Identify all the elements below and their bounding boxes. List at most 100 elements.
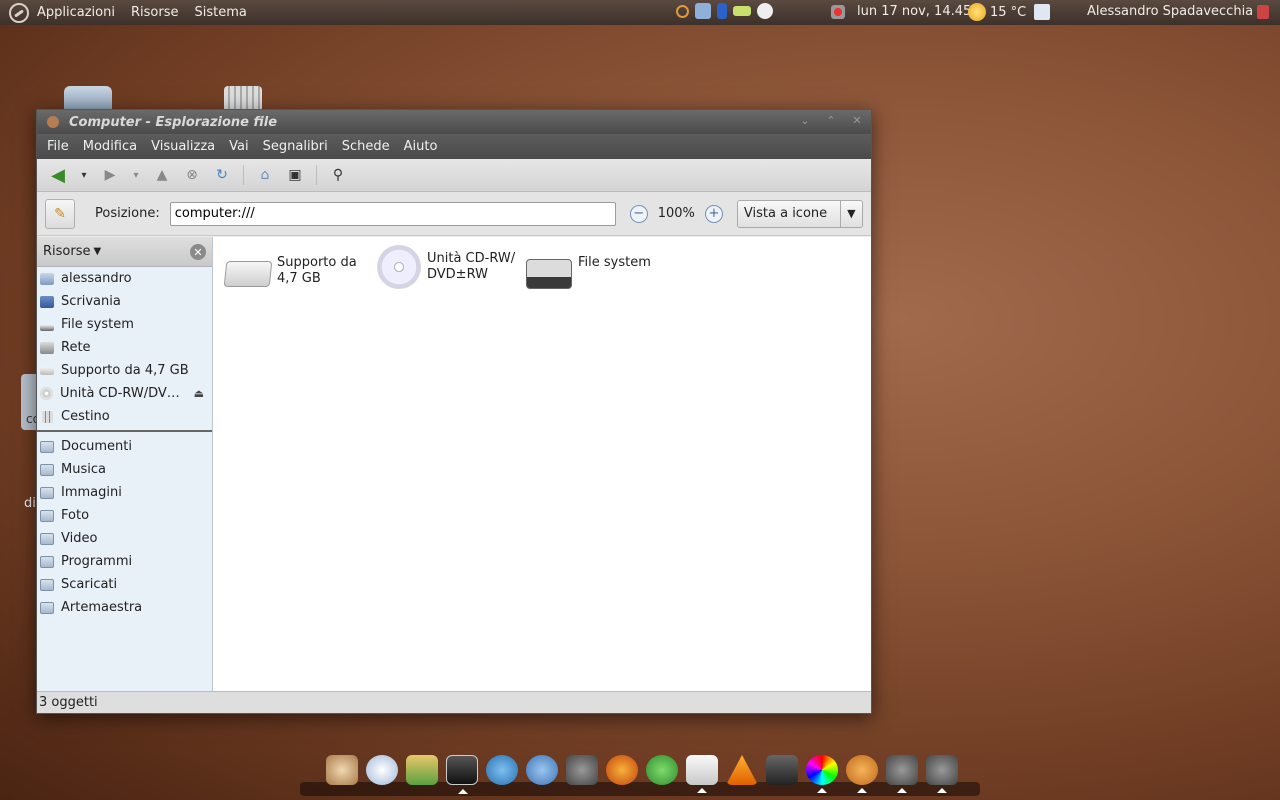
mail-icon[interactable] (686, 755, 718, 793)
window-titlebar[interactable]: Computer - Esplorazione file ⌄ ⌃ ✕ (37, 110, 871, 134)
video-editor-icon[interactable] (766, 755, 798, 785)
sidebar-divider[interactable] (37, 430, 212, 432)
folder-icon (40, 440, 54, 453)
sidebar-item-label: Unità CD-RW/DV… (60, 386, 180, 401)
file-item-supporto[interactable]: Supporto da 4,7 GB (223, 247, 357, 295)
chevron-down-icon[interactable]: ▼ (94, 246, 102, 257)
close-sidebar-icon[interactable]: ✕ (190, 244, 206, 260)
color-picker-icon[interactable] (806, 755, 838, 793)
pidgin-icon[interactable] (757, 3, 773, 19)
sidebar-item-video[interactable]: Video (37, 527, 212, 550)
menu-file[interactable]: File (47, 139, 69, 154)
filesystem-icon (526, 247, 574, 295)
gimp-window-icon[interactable] (886, 755, 918, 793)
menu-modifica[interactable]: Modifica (83, 139, 137, 154)
vlc-icon[interactable] (726, 755, 758, 785)
view-mode-label: Vista a icone (743, 206, 828, 221)
edit-location-icon[interactable]: ✎ (45, 198, 75, 229)
menu-segnalibri[interactable]: Segnalibri (263, 139, 328, 154)
sidebar-item-cestino[interactable]: Cestino (37, 405, 212, 428)
firefox-icon[interactable] (606, 755, 638, 785)
file-item-label: Unità CD-RW/ DVD±RW (427, 251, 515, 283)
file-view[interactable]: Supporto da 4,7 GB Unità CD-RW/ DVD±RW F… (213, 237, 871, 692)
logout-icon[interactable] (1257, 4, 1270, 19)
bluetooth-icon[interactable] (717, 3, 727, 19)
file-manager-dock-icon[interactable] (846, 755, 878, 793)
sidebar-item-alessandro[interactable]: alessandro (37, 267, 212, 290)
back-arrow-icon[interactable]: ◀ (45, 162, 71, 188)
zoom-out-icon[interactable]: − (629, 204, 648, 223)
sidebar-header[interactable]: Risorse ▼ ✕ (37, 237, 212, 267)
messenger-icon[interactable] (646, 755, 678, 785)
gimp-icon[interactable] (566, 755, 598, 785)
sidebar-item-rete[interactable]: Rete (37, 336, 212, 359)
computer-icon[interactable]: ▣ (282, 162, 308, 188)
user-menu[interactable]: Alessandro Spadavecchia (1087, 4, 1270, 19)
view-mode-select[interactable]: Vista a icone ▼ (736, 199, 863, 228)
up-arrow-icon[interactable]: ▲ (149, 162, 175, 188)
zoom-in-icon[interactable]: + (704, 204, 723, 223)
stop-icon[interactable]: ⊗ (179, 162, 205, 188)
weather-temperature: 15 °C (990, 4, 1027, 20)
zoom-level: 100% (657, 206, 695, 221)
sidebar-item-cdrom[interactable]: Unità CD-RW/DV… ⏏ (37, 382, 212, 405)
sidebar-item-artemaestra[interactable]: Artemaestra (37, 596, 212, 619)
weather-applet[interactable]: 15 °C (968, 3, 1051, 21)
sidebar-item-scaricati[interactable]: Scaricati (37, 573, 212, 596)
sidebar-item-filesystem[interactable]: File system (37, 313, 212, 336)
sidebar-item-supporto[interactable]: Supporto da 4,7 GB (37, 359, 212, 382)
sidebar-item-scrivania[interactable]: Scrivania (37, 290, 212, 313)
downloads-folder-icon[interactable] (406, 755, 438, 785)
clock[interactable]: lun 17 nov, 14.45 (857, 4, 971, 19)
window-title: Computer - Esplorazione file (69, 114, 278, 130)
network-icon[interactable] (695, 3, 711, 19)
menu-vai[interactable]: Vai (229, 139, 248, 154)
clock-app-icon[interactable] (366, 755, 398, 785)
file-item-cdrom[interactable]: Unità CD-RW/ DVD±RW (375, 243, 515, 291)
menu-aiuto[interactable]: Aiuto (404, 139, 438, 154)
maximize-icon[interactable]: ⌃ (823, 114, 839, 127)
menu-sistema[interactable]: Sistema (194, 5, 246, 20)
status-bar: 3 oggetti (37, 691, 871, 713)
home-icon[interactable]: ⌂ (252, 162, 278, 188)
terminal-icon[interactable] (446, 755, 478, 794)
display-icon[interactable] (1034, 4, 1051, 20)
web-browser-icon[interactable] (486, 755, 518, 785)
desktop-home-icon[interactable] (64, 86, 112, 110)
menu-schede[interactable]: Schede (342, 139, 390, 154)
menu-applicazioni[interactable]: Applicazioni (37, 5, 115, 20)
menu-risorse[interactable]: Risorse (131, 5, 179, 20)
sidebar-item-programmi[interactable]: Programmi (37, 550, 212, 573)
reload-icon[interactable]: ↻ (209, 162, 235, 188)
sidebar-item-musica[interactable]: Musica (37, 458, 212, 481)
sidebar-item-documenti[interactable]: Documenti (37, 435, 212, 458)
sidebar-item-immagini[interactable]: Immagini (37, 481, 212, 504)
folder-icon (40, 578, 54, 591)
distro-logo-icon[interactable] (9, 2, 29, 23)
window-body: Risorse ▼ ✕ alessandro Scrivania File sy… (37, 237, 871, 692)
minimize-icon[interactable]: ⌄ (797, 114, 813, 127)
volume-muted-icon[interactable] (831, 5, 845, 19)
app-menu-icon[interactable] (47, 116, 59, 128)
home-folder-icon (40, 272, 54, 285)
battery-icon[interactable] (733, 6, 751, 16)
close-icon[interactable]: ✕ (849, 114, 865, 127)
music-player-icon[interactable] (526, 755, 558, 785)
location-input[interactable] (169, 201, 616, 226)
file-item-filesystem[interactable]: File system (526, 247, 651, 295)
rabbit-app-icon[interactable] (326, 755, 358, 785)
chevron-down-icon[interactable]: ▼ (839, 200, 862, 227)
desktop-trash-icon[interactable] (224, 86, 262, 110)
search-icon[interactable]: ⚲ (325, 162, 351, 188)
eject-icon[interactable]: ⏏ (194, 387, 204, 400)
back-history-chevron-icon[interactable]: ▾ (75, 162, 93, 188)
location-bar: ✎ Posizione: − 100% + Vista a icone ▼ (37, 192, 871, 236)
search-icon[interactable] (676, 4, 689, 18)
trash-icon (42, 410, 53, 423)
menu-visualizza[interactable]: Visualizza (151, 139, 215, 154)
weather-sun-icon (968, 3, 986, 21)
gimp-window-2-icon[interactable] (926, 755, 958, 793)
forward-history-chevron-icon[interactable]: ▾ (127, 162, 145, 188)
sidebar-item-foto[interactable]: Foto (37, 504, 212, 527)
forward-arrow-icon[interactable]: ▶ (97, 162, 123, 188)
